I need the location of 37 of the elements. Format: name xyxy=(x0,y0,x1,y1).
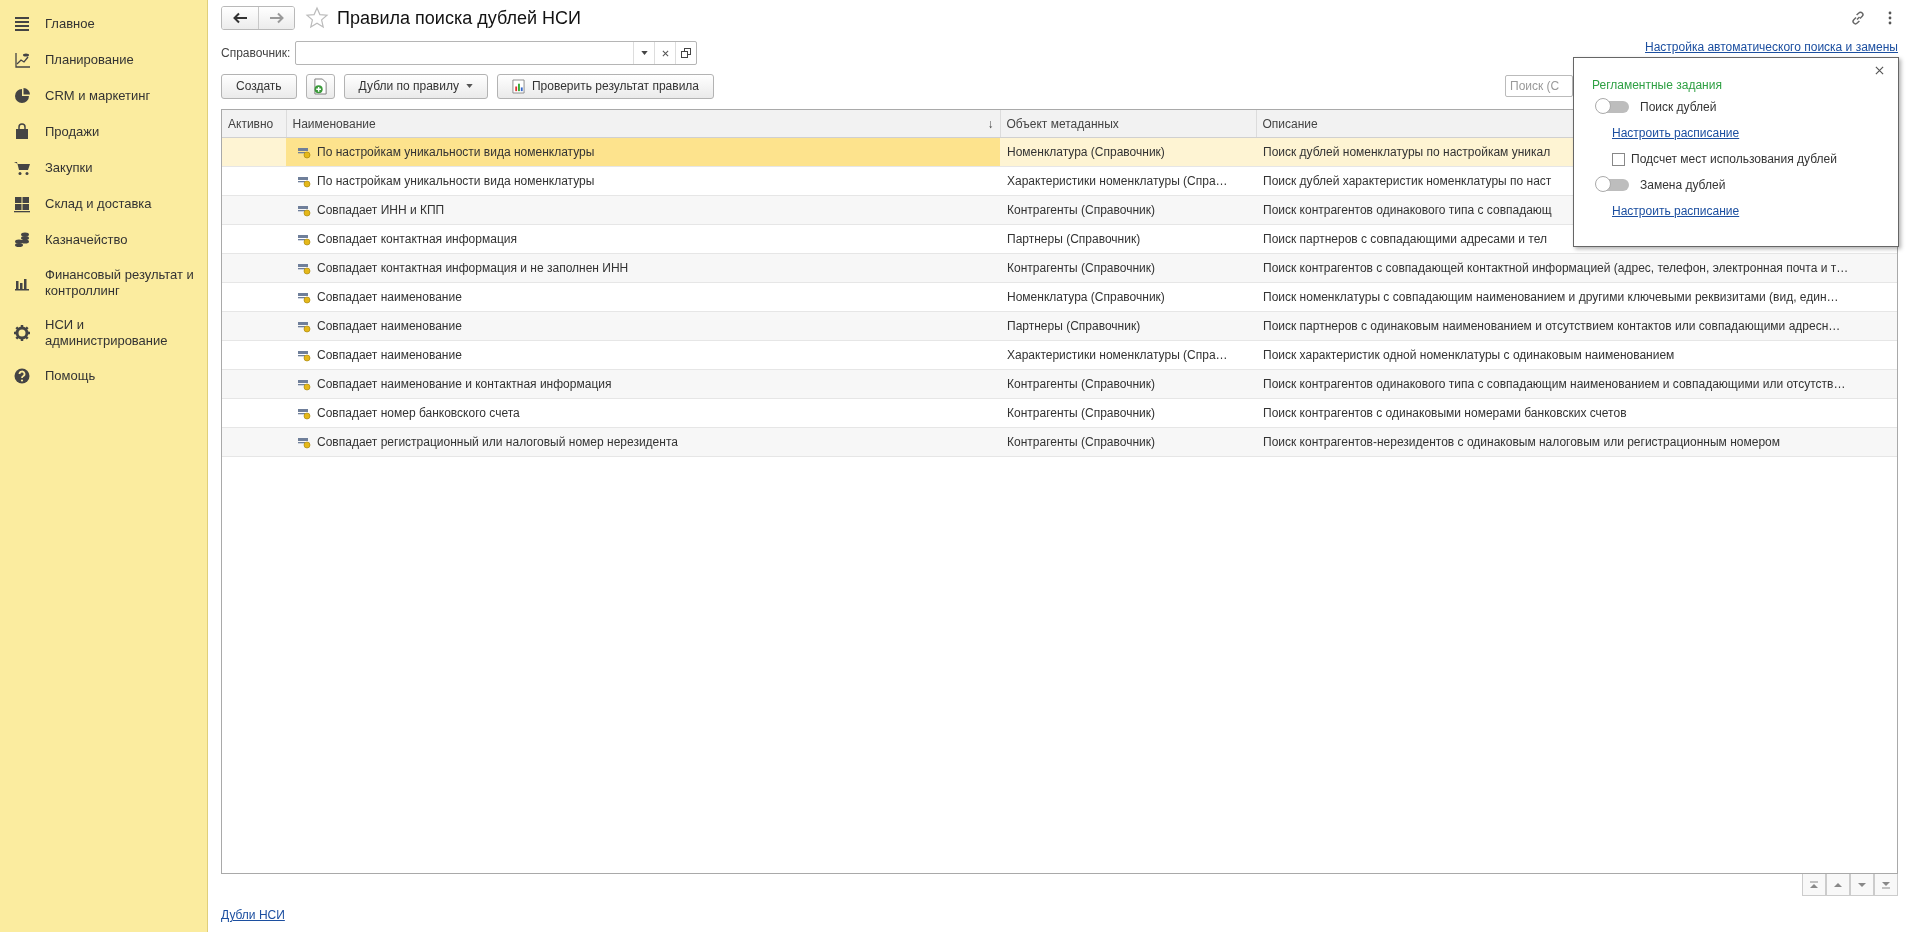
table-cell: Поиск контрагентов одинакового типа с совпадающим наименованием и совпадающими или отсутств… xyxy=(1256,369,1897,399)
table-cell: Номенклатура (Справочник) xyxy=(1000,137,1256,167)
table-cell: По настройкам уникальности вида номенклатуры xyxy=(286,166,1000,196)
table-cell: Контрагенты (Справочник) xyxy=(1000,195,1256,225)
table-cell: Совпадает контактная информация и не заполнен ИНН xyxy=(286,253,1000,283)
page-title: Правила поиска дублей НСИ xyxy=(337,7,581,29)
table-cell: Совпадает контактная информация xyxy=(286,224,1000,254)
field-label: Справочник: xyxy=(221,46,291,60)
table-cell: Поиск номенклатуры с совпадающим наименованием и другими ключевыми реквизитами (вид, един… xyxy=(1256,282,1897,312)
table-cell: Совпадает наименование xyxy=(286,311,1000,341)
sort-indicator: ↓ xyxy=(987,116,994,131)
table-cell: Контрагенты (Справочник) xyxy=(1000,427,1256,457)
switch-label: Поиск дублей xyxy=(1640,100,1717,114)
table-cell: Контрагенты (Справочник) xyxy=(1000,398,1256,428)
popup-title: Регламентные задания xyxy=(1592,78,1723,92)
table-cell: Совпадает регистрационный или налоговый номер нерезидента xyxy=(286,427,1000,457)
table-cell: Поиск контрагентов с совпадающей контактной информацией (адрес, телефон, электронная почта и т… xyxy=(1256,253,1897,283)
table-cell: Совпадает номер банковского счета xyxy=(286,398,1000,428)
checkbox-label: Подсчет мест использования дублей xyxy=(1631,152,1837,166)
table-cell: Характеристики номенклатуры (Спра… xyxy=(1000,340,1256,370)
table-cell: Поиск партнеров с одинаковым наименованием и отсутствием контактов или совпадающими адресн… xyxy=(1256,311,1897,341)
table-cell: Партнеры (Справочник) xyxy=(1000,311,1256,341)
switch-label: Замена дублей xyxy=(1640,178,1726,192)
table-cell: Характеристики номенклатуры (Спра… xyxy=(1000,166,1256,196)
table-cell: Совпадает наименование xyxy=(286,282,1000,312)
table-cell: Совпадает наименование и контактная информация xyxy=(286,369,1000,399)
table-cell: Контрагенты (Справочник) xyxy=(1000,253,1256,283)
column-title: Наименование xyxy=(292,116,376,131)
table-cell: Поиск контрагентов с одинаковыми номерами банковских счетов xyxy=(1256,398,1897,428)
table-cell: По настройкам уникальности вида номенклатуры xyxy=(286,137,1000,167)
table-cell: Поиск контрагентов-нерезидентов с одинаковым налоговым или регистрационным номером xyxy=(1256,427,1897,457)
table-cell: Совпадает наименование xyxy=(286,340,1000,370)
table-cell: Совпадает ИНН и КПП xyxy=(286,195,1000,225)
table-cell: Номенклатура (Справочник) xyxy=(1000,282,1256,312)
table-cell: Поиск характеристик одной номенклатуры с одинаковым наименованием xyxy=(1256,340,1897,370)
table-cell: Контрагенты (Справочник) xyxy=(1000,369,1256,399)
table-cell: Партнеры (Справочник) xyxy=(1000,224,1256,254)
